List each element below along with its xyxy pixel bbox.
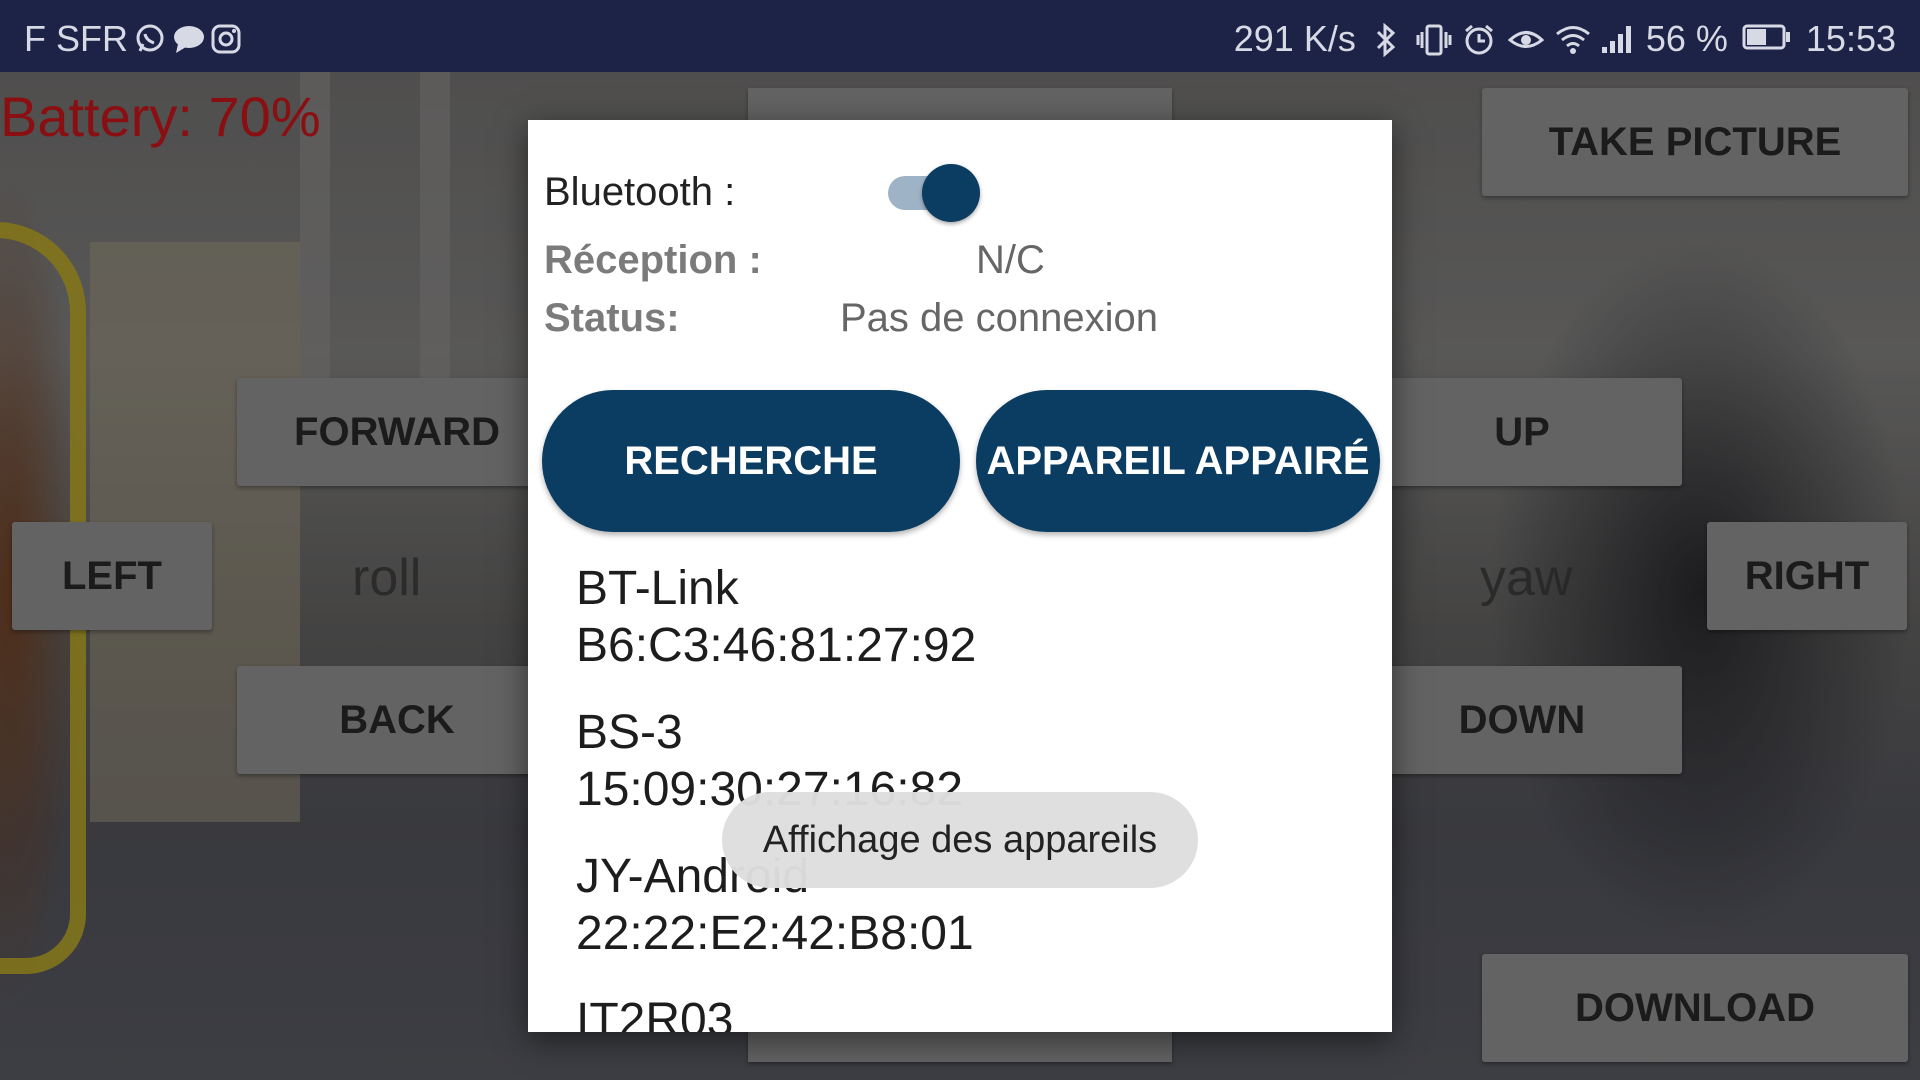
whatsapp-icon [134, 23, 166, 55]
connection-status-value: Pas de connexion [840, 296, 1159, 340]
reception-value: N/C [976, 238, 1045, 282]
paired-devices-button[interactable]: APPAREIL APPAIRÉ [976, 390, 1380, 532]
device-item[interactable]: IT2R03 [576, 980, 1356, 1032]
vibrate-icon [1416, 23, 1452, 56]
search-devices-button[interactable]: RECHERCHE [542, 390, 960, 532]
device-name: BS-3 [576, 706, 683, 759]
battery-percent: 56 % [1645, 18, 1728, 59]
android-status-bar: F SFR 291 K/s 56 % 15:53 [0, 0, 1920, 72]
device-name: IT2R03 [576, 994, 734, 1032]
eye-comfort-icon [1507, 23, 1545, 55]
network-speed: 291 K/s [1233, 18, 1356, 59]
bluetooth-dialog: Bluetooth : Réception : N/C Status: Pas … [528, 120, 1392, 1032]
bluetooth-toggle[interactable] [880, 162, 982, 222]
status-right-group: 291 K/s 56 % 15:53 [1234, 18, 1896, 60]
connection-status-label: Status: [544, 296, 680, 340]
toggle-knob [922, 164, 980, 222]
device-item[interactable]: BT-Link B6:C3:46:81:27:92 [576, 548, 1356, 692]
bluetooth-label: Bluetooth : [544, 170, 736, 214]
device-list: BT-Link B6:C3:46:81:27:92 BS-3 15:09:30:… [576, 548, 1356, 1032]
alarm-icon [1462, 23, 1494, 55]
status-left-group: F SFR [24, 18, 242, 60]
toast-message: Affichage des appareils [722, 792, 1198, 888]
reception-label: Réception : [544, 238, 762, 282]
message-bubble-icon [172, 23, 204, 55]
battery-icon [1742, 23, 1792, 55]
clock: 15:53 [1805, 18, 1896, 59]
device-name: BT-Link [576, 562, 739, 615]
carrier-name: F SFR [24, 18, 128, 59]
bluetooth-icon [1370, 22, 1402, 58]
instagram-icon [210, 23, 242, 55]
wifi-icon [1554, 23, 1590, 55]
signal-icon [1600, 23, 1632, 55]
device-address: B6:C3:46:81:27:92 [576, 619, 977, 672]
device-address: 22:22:E2:42:B8:01 [576, 907, 974, 960]
